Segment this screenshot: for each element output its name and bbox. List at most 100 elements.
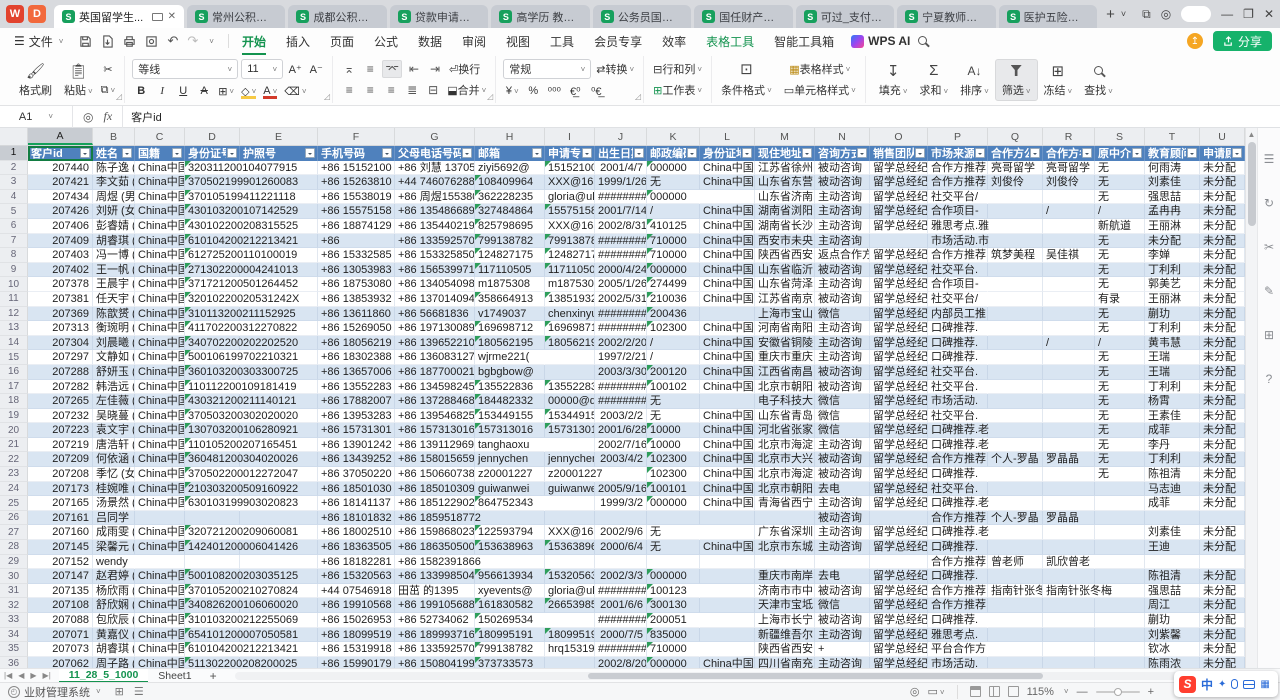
cell[interactable] — [1043, 613, 1095, 628]
header-cell[interactable]: 咨询方式 — [815, 146, 870, 161]
percent-icon[interactable]: % — [524, 82, 542, 100]
column-header-J[interactable]: J — [595, 128, 647, 145]
cell[interactable]: gloria@uk — [545, 584, 595, 599]
cell[interactable]: +86 1863505000 — [395, 540, 475, 555]
cell[interactable]: 留学总经纪 — [870, 321, 928, 336]
sort-button[interactable]: A↓ 排序˅ — [954, 60, 995, 100]
cell[interactable] — [135, 555, 185, 570]
vertical-scroll-thumb[interactable] — [1248, 142, 1256, 226]
row-number[interactable]: 30 — [0, 569, 28, 584]
cell[interactable]: 无 — [1095, 380, 1145, 395]
cell[interactable]: ######## — [595, 321, 647, 336]
header-cell[interactable]: 姓名 — [93, 146, 135, 161]
cell[interactable] — [700, 613, 755, 628]
cell[interactable]: +86 199105688 — [395, 598, 475, 613]
cell[interactable]: 207434 — [28, 190, 93, 205]
cell[interactable]: 袁文宇 (女 — [93, 423, 135, 438]
decrease-decimal-icon[interactable]: ⁰€̲ — [587, 82, 605, 100]
cell[interactable]: +86 18056219 — [318, 336, 395, 351]
cell[interactable]: China中国 — [135, 394, 185, 409]
cell[interactable]: +86 1370140948 — [395, 292, 475, 307]
cell[interactable]: 留学总经纪 — [870, 277, 928, 292]
cell[interactable]: 未分配 — [1200, 467, 1245, 482]
cell[interactable]: jennychen — [475, 452, 545, 467]
document-tab[interactable]: S成都公积金.xlsx — [288, 5, 386, 28]
first-sheet-icon[interactable]: |◀ — [4, 671, 12, 680]
cell[interactable]: 2002/5/31 — [595, 292, 647, 307]
close-tab-icon[interactable]: ✕ — [168, 11, 176, 22]
cell[interactable] — [988, 642, 1043, 657]
row-number[interactable]: 24 — [0, 482, 28, 497]
cell[interactable] — [700, 511, 755, 526]
cell[interactable]: 未分配 — [1200, 277, 1245, 292]
cell[interactable]: xyevents@ — [475, 584, 545, 599]
menu-item-插入[interactable]: 插入 — [277, 29, 319, 54]
cell[interactable]: 610104200212213421 — [185, 642, 240, 657]
cell[interactable]: 未分配 — [1200, 657, 1245, 668]
cell[interactable] — [870, 511, 928, 526]
cell[interactable] — [1043, 598, 1095, 613]
row-number[interactable]: 17 — [0, 380, 28, 395]
dialog-launcher-icon[interactable]: ◿ — [116, 92, 122, 101]
cell[interactable]: 蒯玏 — [1145, 613, 1200, 628]
cell[interactable] — [1043, 307, 1095, 322]
copy-button[interactable]: ⧉˅ — [99, 81, 118, 99]
cell[interactable]: 430102200208315525 — [185, 219, 240, 234]
column-header-K[interactable]: K — [647, 128, 700, 145]
cell[interactable]: 未分配 — [1145, 234, 1200, 249]
display-mode-icon[interactable]: ▭˅ — [927, 685, 944, 698]
cell[interactable]: bgbgbow@ — [475, 365, 545, 380]
cell[interactable]: 207232 — [28, 409, 93, 424]
undo-icon[interactable]: ↶ — [167, 33, 178, 49]
cell[interactable]: China中国 — [135, 234, 185, 249]
cell[interactable]: 留学总经纪 — [870, 496, 928, 511]
table-style-button[interactable]: ▦表格样式˅ — [782, 60, 858, 78]
cell[interactable]: 未分配 — [1200, 234, 1245, 249]
cell[interactable] — [700, 555, 755, 570]
name-box-dropdown-icon[interactable]: ˅ — [48, 112, 53, 121]
rows-cols-button[interactable]: ⊟行和列˅ — [651, 60, 704, 78]
cell[interactable]: 上海市宝山 — [755, 307, 815, 322]
align-bottom-icon[interactable]: ⌤ — [382, 60, 402, 78]
cell[interactable]: 108409964 — [475, 175, 545, 190]
cell[interactable]: 370105199411221118 — [185, 190, 240, 205]
cell[interactable] — [988, 657, 1043, 668]
cell[interactable] — [700, 584, 755, 599]
cell[interactable]: 207282 — [28, 380, 93, 395]
cell[interactable]: XXX@163. — [545, 525, 595, 540]
cell[interactable]: 孟冉冉 — [1145, 204, 1200, 219]
cell[interactable]: 青海省西宁 — [755, 496, 815, 511]
cell[interactable]: 返点合作方 — [815, 248, 870, 263]
cell[interactable]: +86 1396522100 — [395, 336, 475, 351]
cell[interactable]: wjrme221( — [475, 350, 545, 365]
cell[interactable]: China中国 — [700, 234, 755, 249]
cell[interactable]: 被动咨询 — [815, 380, 870, 395]
cell[interactable]: 新航道 — [1095, 219, 1145, 234]
cell[interactable]: 微信 — [815, 409, 870, 424]
row-number[interactable]: 9 — [0, 263, 28, 278]
cell[interactable]: 210036 — [647, 292, 700, 307]
cell[interactable]: China中国 — [135, 380, 185, 395]
cell[interactable]: 陈祖清 — [1145, 569, 1200, 584]
cell[interactable]: 罗晶晶 — [1043, 452, 1095, 467]
cell[interactable]: China中国 — [135, 540, 185, 555]
cell[interactable]: 1999/1/26 — [595, 175, 647, 190]
cell[interactable]: 153638963 — [475, 540, 545, 555]
cell[interactable]: 留学总经纪 — [870, 467, 928, 482]
cell[interactable]: 无 — [1095, 365, 1145, 380]
fill-color-button[interactable]: ◇˅ — [239, 82, 258, 100]
cell[interactable]: 2002/9/6 — [595, 525, 647, 540]
cell[interactable] — [988, 350, 1043, 365]
cell[interactable]: China中国 — [135, 584, 185, 599]
cell[interactable]: 强思喆 — [1145, 584, 1200, 599]
cell[interactable] — [988, 277, 1043, 292]
cell[interactable]: +86 1340540988 — [395, 277, 475, 292]
cell[interactable] — [545, 511, 595, 526]
print-preview-icon[interactable] — [145, 35, 158, 48]
cell[interactable]: 327484864 — [475, 204, 545, 219]
cell[interactable]: 主动咨询 — [815, 496, 870, 511]
cell[interactable]: 梁馨元 (女 — [93, 540, 135, 555]
filter-dropdown-icon[interactable] — [122, 148, 132, 158]
cell[interactable]: +86 周煜155380 — [395, 190, 475, 205]
cell[interactable]: ######## — [595, 380, 647, 395]
